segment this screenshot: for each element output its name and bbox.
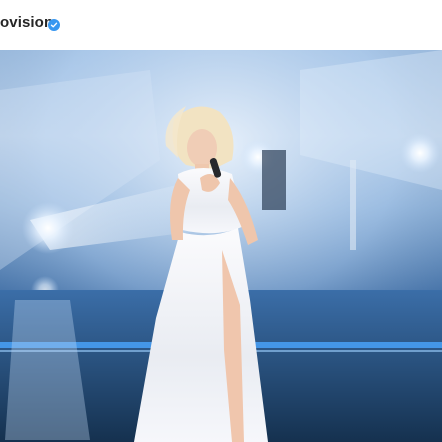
stage-spotlight	[22, 202, 74, 254]
post-header: ovision	[0, 0, 442, 50]
account-name[interactable]: ovision	[0, 14, 53, 31]
stage-structure	[350, 160, 356, 250]
post-photo[interactable]	[0, 50, 442, 442]
stage-spotlight	[400, 133, 440, 173]
stage-performance-photo	[0, 50, 442, 442]
verified-badge-icon	[48, 19, 60, 31]
stage-structure	[262, 150, 286, 210]
